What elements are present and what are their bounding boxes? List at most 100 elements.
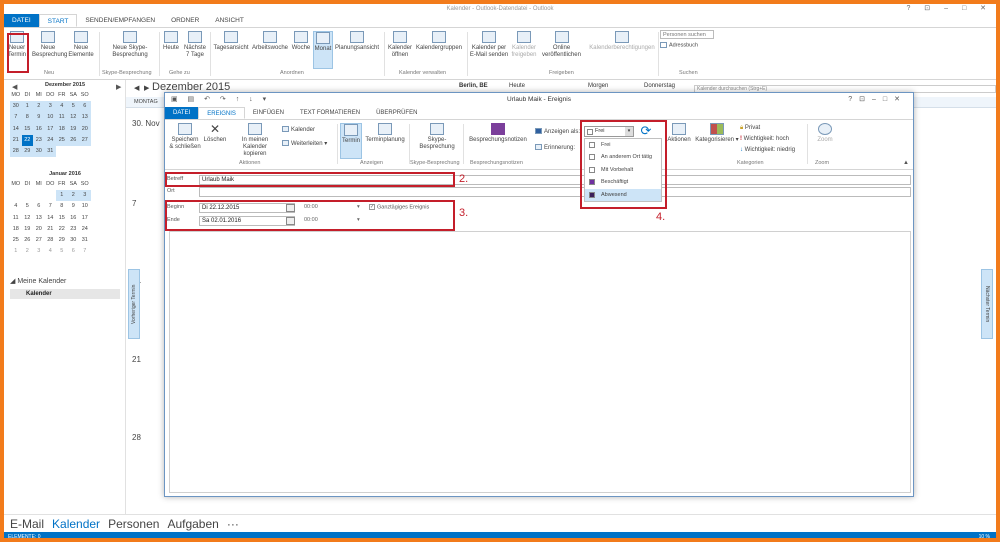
mini-calendar-day[interactable] [45, 190, 57, 201]
share-calendar-button[interactable]: Kalender freigeben [510, 31, 538, 59]
actions-button[interactable]: Aktionen [665, 123, 693, 144]
mini-calendar-day[interactable] [56, 146, 68, 157]
mini-calendar-day[interactable]: 15 [56, 213, 68, 224]
categorize-button[interactable]: Kategorisieren ▾ [695, 123, 739, 144]
mini-calendar-day[interactable]: 5 [22, 201, 34, 212]
weather-location[interactable]: Berlin, BE [459, 83, 488, 89]
mini-calendar-day[interactable]: 20 [33, 224, 45, 235]
meeting-notes-button[interactable]: Besprechungsnotizen [467, 123, 529, 144]
email-calendar-button[interactable]: Kalender per E-Mail senden [469, 31, 509, 59]
open-calendar-button[interactable]: Kalender öffnen [386, 31, 414, 59]
mini-calendar-day[interactable]: 6 [33, 201, 45, 212]
mini-calendar-day[interactable] [10, 190, 22, 201]
mini-calendar-day[interactable]: 27 [79, 134, 91, 146]
nav-more[interactable]: ··· [227, 517, 239, 531]
scheduling-button[interactable]: Terminplanung [364, 123, 406, 144]
quick-access-toolbar[interactable]: ▣ ▤ ↶ ↷ ↑ ↓ ▾ [171, 93, 270, 107]
mini-calendar-day[interactable]: 14 [10, 123, 22, 135]
mini-calendar-day[interactable]: 4 [56, 101, 68, 113]
mini-calendar-day[interactable]: 9 [33, 112, 45, 124]
mini-calendar-day[interactable]: 6 [68, 246, 80, 257]
mini-calendar-day[interactable]: 3 [33, 246, 45, 257]
mini-calendar-day[interactable]: 21 [10, 134, 22, 146]
mini-calendar-day[interactable]: 30 [33, 145, 45, 158]
tab-ordner[interactable]: ORDNER [163, 14, 207, 27]
forward-button[interactable]: Weiterleiten ▾ [282, 140, 327, 148]
day-view-button[interactable]: Tagesansicht [212, 31, 250, 52]
mini-calendar-day[interactable] [22, 190, 34, 201]
mini-calendar-day[interactable]: 14 [45, 213, 57, 224]
dialog-tab-ereignis[interactable]: EREIGNIS [198, 107, 245, 119]
mini-calendar-day[interactable]: 31 [44, 145, 56, 158]
mini-calendar-day[interactable] [33, 190, 45, 201]
calendar-groups-button[interactable]: Kalendergruppen [415, 31, 463, 52]
mini-calendar-day[interactable]: 17 [44, 123, 56, 135]
prev-month-arrow[interactable]: ◀ [134, 84, 139, 92]
nav-tasks[interactable]: Aufgaben [167, 517, 218, 531]
zoom-button[interactable]: Zoom [813, 123, 837, 144]
mini-calendar-day[interactable]: 11 [10, 213, 22, 224]
next-7-days-button[interactable]: Nächste 7 Tage [182, 31, 208, 59]
mini-calendar-day[interactable]: 31 [79, 235, 91, 246]
mini-calendar-day[interactable]: 3 [79, 190, 91, 202]
mini-calendar-day[interactable]: 7 [10, 112, 22, 124]
mini-calendar-day[interactable]: 3 [44, 101, 56, 113]
search-people-input[interactable]: Personen suchen [660, 30, 714, 39]
dialog-window-controls[interactable]: ?⊡–□✕ [848, 93, 907, 107]
next-month-arrow[interactable]: ▶ [144, 84, 149, 92]
mini-calendar-day[interactable]: 9 [68, 201, 80, 212]
publish-online-button[interactable]: Online veröffentlichen [539, 31, 584, 59]
collapse-ribbon-icon[interactable]: ▲ [903, 160, 909, 166]
tab-start[interactable]: START [38, 14, 78, 27]
mini-calendar-day[interactable]: 18 [10, 224, 22, 235]
private-button[interactable]: 🔒︎ Privat [740, 124, 760, 132]
mini-calendar-day[interactable]: 16 [33, 123, 45, 135]
mini-calendar-day[interactable]: 2 [67, 190, 79, 202]
dialog-tab-datei[interactable]: DATEI [165, 107, 199, 119]
my-calendars-header[interactable]: ◢ Meine Kalender [10, 277, 66, 285]
mini-calendar-day[interactable]: 22 [56, 224, 68, 235]
location-input[interactable] [199, 187, 911, 197]
mini-calendar-day[interactable]: 19 [22, 224, 34, 235]
address-book-button[interactable]: Adressbuch [660, 42, 698, 48]
main-window-controls[interactable]: ? ⊡ – □ ✕ [906, 4, 992, 14]
mini-calendar-day[interactable]: 12 [22, 213, 34, 224]
mini-calendar-day[interactable] [68, 146, 80, 157]
mini-calendar-day[interactable]: 22 [21, 134, 33, 146]
nav-calendar[interactable]: Kalender [52, 517, 100, 531]
dialog-tab-ueberpruefen[interactable]: ÜBERPRÜFEN [368, 107, 425, 119]
save-close-button[interactable]: Speichern & schließen [169, 123, 201, 151]
mini-calendar-day[interactable]: 29 [21, 145, 33, 158]
new-meeting-button[interactable]: Neue Besprechung [32, 31, 67, 59]
previous-appointment-tab[interactable]: Vorheriger Termin [128, 269, 140, 339]
dialog-tab-text-formatieren[interactable]: TEXT FORMATIEREN [292, 107, 368, 119]
mini-calendar-day[interactable]: 20 [79, 123, 91, 135]
nav-email[interactable]: E-Mail [10, 517, 44, 531]
work-week-button[interactable]: Arbeitswoche [251, 31, 289, 52]
mini-calendar-day[interactable]: 26 [67, 134, 79, 146]
mini-calendar-day[interactable]: 17 [79, 213, 91, 224]
mini-calendar-day[interactable]: 8 [21, 112, 33, 124]
schedule-view-button[interactable]: Planungsansicht [334, 31, 380, 52]
mini-calendar-day[interactable]: 19 [67, 123, 79, 135]
mini-calendar-day[interactable]: 7 [45, 201, 57, 212]
mini-calendar-day[interactable]: 26 [22, 235, 34, 246]
mini-calendar-day[interactable]: 6 [79, 101, 91, 113]
mini-calendar-day[interactable]: 30 [68, 235, 80, 246]
mini-calendar-day[interactable]: 25 [10, 235, 22, 246]
skype-meeting-button[interactable]: Skype-Besprechung [417, 123, 457, 151]
mini-calendar-day[interactable]: 23 [68, 224, 80, 235]
high-importance-button[interactable]: ! Wichtigkeit: hoch [740, 135, 789, 143]
mini-calendar-day[interactable]: 25 [56, 134, 68, 146]
mini-calendar-day[interactable]: 10 [79, 201, 91, 212]
dialog-tab-einfuegen[interactable]: EINFÜGEN [245, 107, 292, 119]
mini-calendar-day[interactable]: 4 [45, 246, 57, 257]
mini-calendar-day[interactable]: 2 [33, 101, 45, 113]
mini-calendar-day[interactable]: 13 [79, 112, 91, 124]
mini-calendar-day[interactable]: 4 [10, 201, 22, 212]
mini-calendar-day[interactable]: 24 [79, 224, 91, 235]
nav-people[interactable]: Personen [108, 517, 159, 531]
tab-datei[interactable]: DATEI [4, 14, 39, 27]
mini-calendar-day[interactable]: 23 [33, 134, 45, 146]
copy-to-calendar-button[interactable]: In meinen Kalender kopieren [231, 123, 279, 158]
